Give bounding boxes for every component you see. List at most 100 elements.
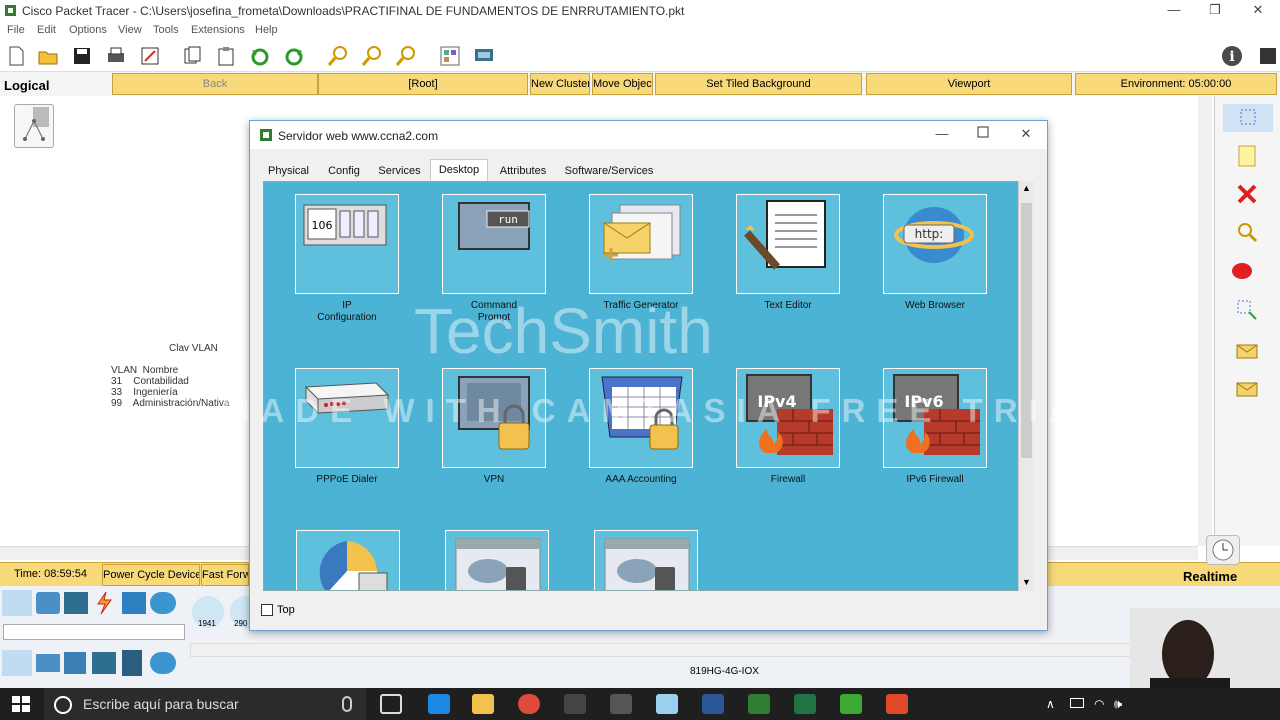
minimize-button[interactable]: — bbox=[1164, 2, 1184, 20]
multiuser-icon[interactable] bbox=[150, 592, 176, 614]
camtasia-icon[interactable] bbox=[886, 694, 908, 714]
store-icon[interactable] bbox=[564, 694, 586, 714]
wireless-category-icon[interactable] bbox=[92, 652, 116, 674]
menu-file[interactable]: File bbox=[7, 24, 25, 36]
chrome-icon[interactable] bbox=[518, 694, 540, 714]
components-icon[interactable] bbox=[64, 592, 88, 614]
print-icon[interactable] bbox=[104, 44, 128, 68]
ipv6-firewall-button[interactable]: IPv6 bbox=[883, 368, 987, 468]
move-object-button[interactable]: Move Object bbox=[592, 73, 653, 95]
new-file-icon[interactable] bbox=[4, 44, 28, 68]
pppoe-dialer-button[interactable] bbox=[295, 368, 399, 468]
hub-category-icon[interactable] bbox=[64, 652, 86, 674]
draw-ellipse-icon[interactable] bbox=[1231, 260, 1257, 282]
dialog-maximize-button[interactable] bbox=[973, 126, 993, 144]
palette-icon[interactable] bbox=[438, 44, 462, 68]
ip-configuration-button[interactable]: 106 bbox=[295, 194, 399, 294]
pen-icon[interactable] bbox=[656, 694, 678, 714]
wan-emulation-icon[interactable] bbox=[150, 652, 176, 674]
microphone-icon[interactable] bbox=[342, 696, 352, 712]
scroll-thumb[interactable] bbox=[1021, 203, 1032, 458]
redo-icon[interactable] bbox=[282, 44, 306, 68]
select-tool-icon[interactable] bbox=[1223, 104, 1273, 132]
complex-pdu-icon[interactable] bbox=[1235, 378, 1259, 400]
device-search-field[interactable] bbox=[3, 624, 185, 640]
new-cluster-button[interactable]: New Cluster bbox=[530, 73, 590, 95]
wifi-icon[interactable]: ◠ bbox=[1094, 697, 1104, 711]
realtime-clock-icon[interactable] bbox=[1206, 535, 1240, 565]
file-explorer-icon[interactable] bbox=[472, 694, 494, 714]
aaa-accounting-button[interactable] bbox=[589, 368, 693, 468]
connections-icon[interactable] bbox=[92, 590, 116, 616]
network-devices-icon[interactable] bbox=[2, 590, 32, 616]
menu-view[interactable]: View bbox=[118, 24, 142, 36]
simple-pdu-icon[interactable] bbox=[1235, 340, 1259, 362]
excel-icon[interactable] bbox=[794, 694, 816, 714]
misc-icon[interactable] bbox=[122, 592, 146, 614]
menu-options[interactable]: Options bbox=[69, 24, 107, 36]
power-cycle-button[interactable]: Power Cycle Devices bbox=[102, 564, 200, 586]
undo-icon[interactable] bbox=[248, 44, 272, 68]
word-icon[interactable] bbox=[702, 694, 724, 714]
menu-edit[interactable]: Edit bbox=[37, 24, 56, 36]
command-prompt-button[interactable]: run bbox=[442, 194, 546, 294]
pie-chart-app-button[interactable] bbox=[296, 530, 400, 590]
end-devices-icon[interactable] bbox=[36, 592, 60, 614]
cloud-app-button[interactable] bbox=[445, 530, 549, 590]
activity-wizard-icon[interactable] bbox=[138, 44, 162, 68]
router-category-icon[interactable] bbox=[2, 650, 32, 676]
save-icon[interactable] bbox=[70, 44, 94, 68]
maximize-button[interactable]: ❐ bbox=[1205, 2, 1225, 20]
cluster-icon[interactable] bbox=[14, 104, 54, 148]
menu-tools[interactable]: Tools bbox=[153, 24, 179, 36]
inspect-tool-icon[interactable] bbox=[1235, 220, 1259, 244]
note-tool-icon[interactable] bbox=[1235, 144, 1259, 168]
tab-attributes[interactable]: Attributes bbox=[496, 161, 550, 181]
cloud-app-button-2[interactable] bbox=[594, 530, 698, 590]
scroll-up-icon[interactable]: ▲ bbox=[1022, 183, 1031, 193]
dialog-close-button[interactable]: ✕ bbox=[1016, 126, 1036, 144]
zoom-reset-icon[interactable] bbox=[360, 44, 384, 68]
switch-category-icon[interactable] bbox=[36, 654, 60, 672]
volume-icon[interactable]: 🕪 bbox=[1114, 696, 1122, 712]
dialog-minimize-button[interactable]: — bbox=[932, 126, 952, 144]
tab-physical[interactable]: Physical bbox=[265, 161, 312, 181]
packet-tracer-task-icon[interactable] bbox=[748, 694, 770, 714]
mail-icon[interactable] bbox=[610, 694, 632, 714]
traffic-generator-button[interactable] bbox=[589, 194, 693, 294]
network-info-icon[interactable] bbox=[1256, 44, 1280, 68]
open-folder-icon[interactable] bbox=[36, 44, 60, 68]
fast-forward-button[interactable]: Fast Forwa bbox=[201, 564, 249, 586]
text-editor-button[interactable] bbox=[736, 194, 840, 294]
firewall-button[interactable]: IPv4 bbox=[736, 368, 840, 468]
vertical-scrollbar[interactable] bbox=[1198, 96, 1212, 546]
desktop-scrollbar[interactable]: ▲ ▼ bbox=[1018, 181, 1034, 591]
security-category-icon[interactable] bbox=[122, 650, 142, 676]
device-list-scrollbar[interactable] bbox=[190, 643, 1200, 657]
set-tiled-background-button[interactable]: Set Tiled Background bbox=[655, 73, 862, 95]
tab-config[interactable]: Config bbox=[325, 161, 363, 181]
delete-tool-icon[interactable] bbox=[1235, 182, 1259, 206]
tab-services[interactable]: Services bbox=[377, 161, 422, 181]
custom-device-icon[interactable] bbox=[472, 44, 496, 68]
top-checkbox[interactable] bbox=[261, 604, 273, 616]
battery-icon[interactable] bbox=[1070, 698, 1084, 708]
info-icon[interactable]: i bbox=[1220, 44, 1244, 68]
copy-icon[interactable] bbox=[180, 44, 204, 68]
windows-start-icon[interactable] bbox=[12, 696, 30, 712]
close-button[interactable]: ✕ bbox=[1248, 2, 1268, 20]
resize-shape-icon[interactable] bbox=[1235, 298, 1259, 322]
root-button[interactable]: [Root] bbox=[318, 73, 528, 95]
menu-help[interactable]: Help bbox=[255, 24, 278, 36]
viewport-button[interactable]: Viewport bbox=[866, 73, 1072, 95]
tab-desktop[interactable]: Desktop bbox=[430, 159, 488, 181]
environment-button[interactable]: Environment: 05:00:00 bbox=[1075, 73, 1277, 95]
scroll-down-icon[interactable]: ▼ bbox=[1022, 577, 1031, 587]
task-view-icon[interactable] bbox=[380, 694, 402, 714]
zoom-in-icon[interactable] bbox=[326, 44, 350, 68]
vpn-button[interactable] bbox=[442, 368, 546, 468]
back-button[interactable]: Back bbox=[112, 73, 318, 95]
taskbar-search-box[interactable]: Escribe aquí para buscar bbox=[44, 688, 366, 720]
edge-icon[interactable] bbox=[428, 694, 450, 714]
menu-extensions[interactable]: Extensions bbox=[191, 24, 245, 36]
